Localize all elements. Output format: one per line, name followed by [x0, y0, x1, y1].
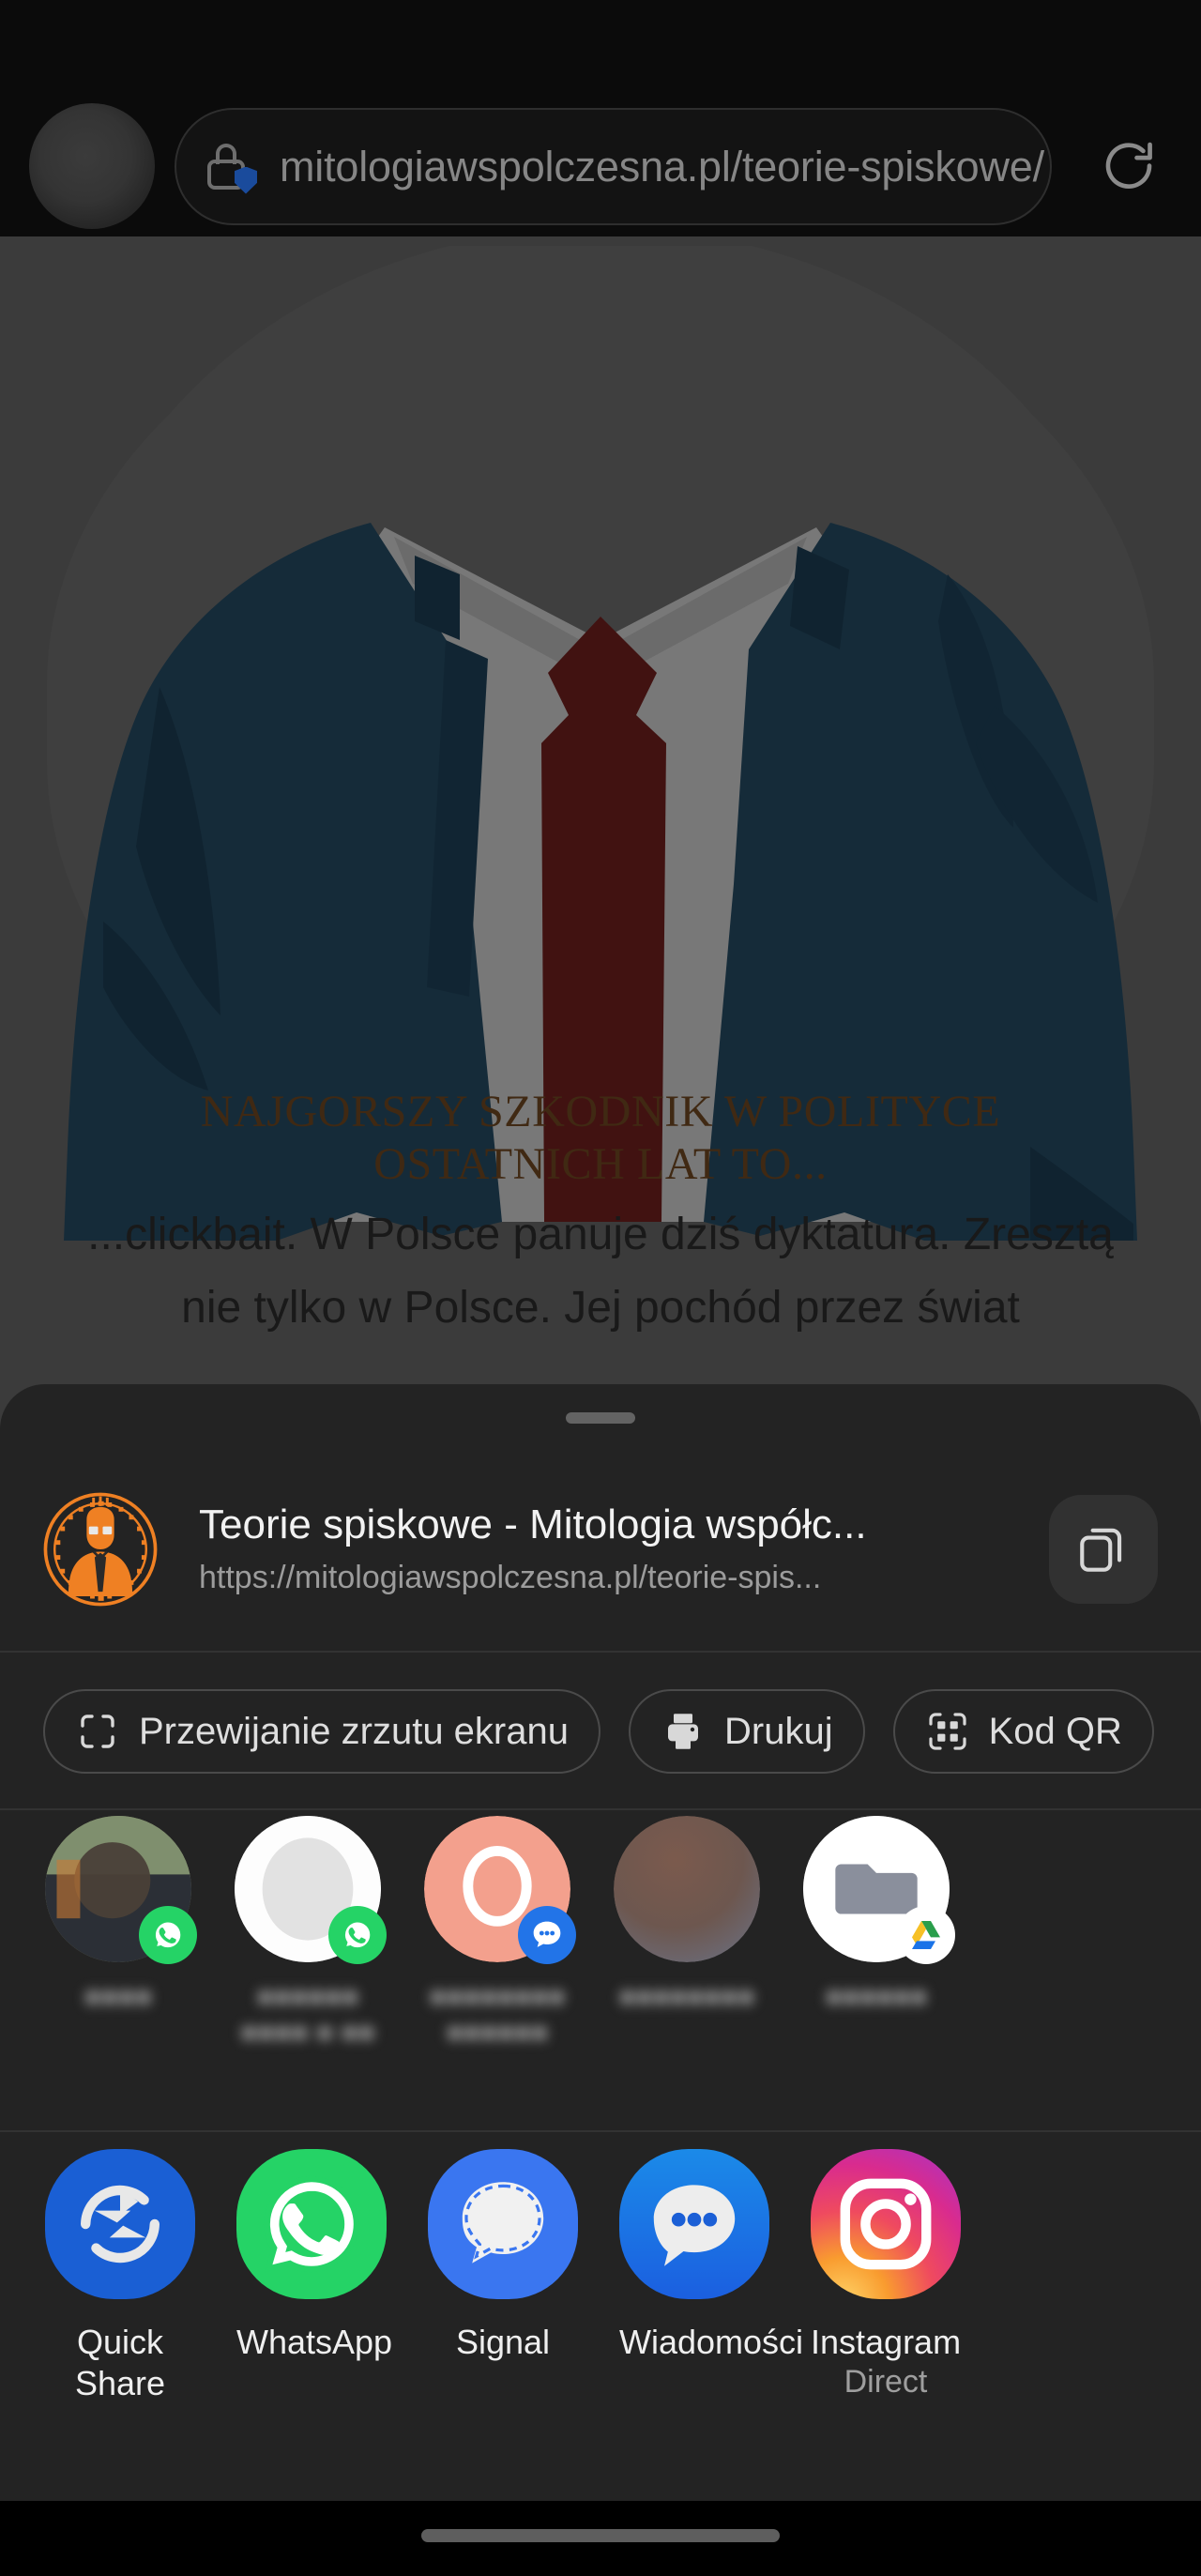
scroll-capture-icon [75, 1709, 120, 1754]
chip-print[interactable]: Drukuj [629, 1689, 865, 1774]
app-target-quick-share[interactable]: Quick Share [45, 2149, 195, 2459]
link-preview-title: Teorie spiskowe - Mitologia współc... [199, 1501, 867, 1548]
chip-scroll-capture-label: Przewijanie zrzutu ekranu [139, 1710, 569, 1752]
gesture-nav-pill[interactable] [421, 2529, 780, 2542]
contact-avatar-wrap [45, 1816, 197, 1964]
app-target-instagram[interactable]: Instagram Direct [811, 2149, 961, 2459]
copy-link-button[interactable] [1049, 1494, 1158, 1604]
contact-item[interactable]: ●●●● [45, 1816, 197, 2097]
app-target-messages[interactable]: Wiadomości [619, 2149, 804, 2459]
page-headline: NAJGORSZY SZKODNIK W POLITYCE OSTATNICH … [200, 1087, 1001, 1189]
contact-avatar-wrap [614, 1816, 760, 1962]
contact-name: ●●●●●●●● ●●●●●● [429, 1981, 566, 2048]
chip-qr-code[interactable]: Kod QR [892, 1689, 1154, 1774]
signal-icon [428, 2149, 578, 2299]
app-label: Wiadomości [619, 2323, 804, 2361]
quick-action-chips: Przewijanie zrzutu ekranu Drukuj Kod QR [0, 1661, 1201, 1802]
app-targets-row: Quick Share WhatsApp Signal Wiadomości I… [0, 2149, 1201, 2459]
system-navigation-bar [0, 2501, 1201, 2576]
address-bar[interactable]: mitologiawspolczesna.pl/teorie-spiskowe/ [175, 108, 1052, 225]
divider-chips [0, 1808, 1201, 1810]
contact-name: ●●●●●●●● [618, 1981, 755, 2012]
divider-contacts [0, 2130, 1201, 2132]
whatsapp-badge [328, 1906, 387, 1964]
link-preview-text: Teorie spiskowe - Mitologia współc... ht… [199, 1501, 1025, 1597]
contact-avatar-wrap [235, 1816, 387, 1964]
share-sheet: Teorie spiskowe - Mitologia współc... ht… [0, 1384, 1201, 2501]
messages-badge [518, 1906, 576, 1964]
contact-name: ●●●●●● [825, 1981, 928, 2012]
quick-share-icon [45, 2149, 195, 2299]
contact-shortcuts-row: ●●●● ●●●●●● ●●●● ● ●● ●●●●●●●● ●●●●●● ●●… [0, 1816, 1201, 2097]
qr-code-icon [925, 1709, 970, 1754]
contact-name: ●●●●●● ●●●● ● ●● [240, 1981, 375, 2048]
printer-icon [661, 1709, 706, 1754]
drag-handle[interactable] [566, 1412, 635, 1424]
lock-shield-icon[interactable] [205, 140, 259, 194]
contact-item[interactable]: ●●●●●● [803, 1816, 955, 2097]
chip-print-label: Drukuj [724, 1710, 833, 1752]
reload-icon[interactable] [1079, 117, 1178, 216]
app-label: Quick Share [74, 2323, 166, 2402]
whatsapp-icon [236, 2149, 387, 2299]
drive-badge [897, 1906, 955, 1964]
contact-avatar-wrap [803, 1816, 955, 1964]
messages-icon [619, 2149, 769, 2299]
chip-qr-code-label: Kod QR [988, 1710, 1122, 1752]
contact-item[interactable]: ●●●●●●●● ●●●●●● [424, 1816, 576, 2097]
link-preview-url: https://mitologiawspolczesna.pl/teorie-s… [199, 1560, 822, 1596]
url-text: mitologiawspolczesna.pl/teorie-spiskowe/ [280, 142, 1044, 191]
app-label: Signal [455, 2323, 551, 2361]
site-favicon-greek-meander-man [43, 1492, 158, 1606]
contact-item[interactable]: ●●●●●●●● [614, 1816, 760, 2097]
browser-toolbar: mitologiawspolczesna.pl/teorie-spiskowe/ [0, 0, 1201, 236]
app-target-whatsapp[interactable]: WhatsApp [236, 2149, 393, 2459]
instagram-icon [811, 2149, 961, 2299]
contact-name: ●●●● [84, 1981, 153, 2012]
app-target-signal[interactable]: Signal [428, 2149, 578, 2459]
page-paragraph: ...clickbait. W Polsce panuje dziś dykta… [87, 1210, 1114, 1333]
app-sublabel: Direct [844, 2363, 928, 2400]
link-preview[interactable]: Teorie spiskowe - Mitologia współc... ht… [0, 1457, 1201, 1640]
contact-avatar-wrap [424, 1816, 576, 1964]
contact-item[interactable]: ●●●●●● ●●●● ● ●● [235, 1816, 387, 2097]
app-label: Instagram [811, 2323, 962, 2361]
tab-avatar-icon[interactable] [29, 103, 155, 229]
phone-screen: mitologiawspolczesna.pl/teorie-spiskowe/ [0, 0, 1201, 2576]
whatsapp-badge [139, 1906, 197, 1964]
photo-avatar [614, 1816, 760, 1962]
app-label: WhatsApp [236, 2323, 393, 2361]
chip-scroll-capture[interactable]: Przewijanie zrzutu ekranu [43, 1689, 600, 1774]
divider-top [0, 1651, 1201, 1653]
